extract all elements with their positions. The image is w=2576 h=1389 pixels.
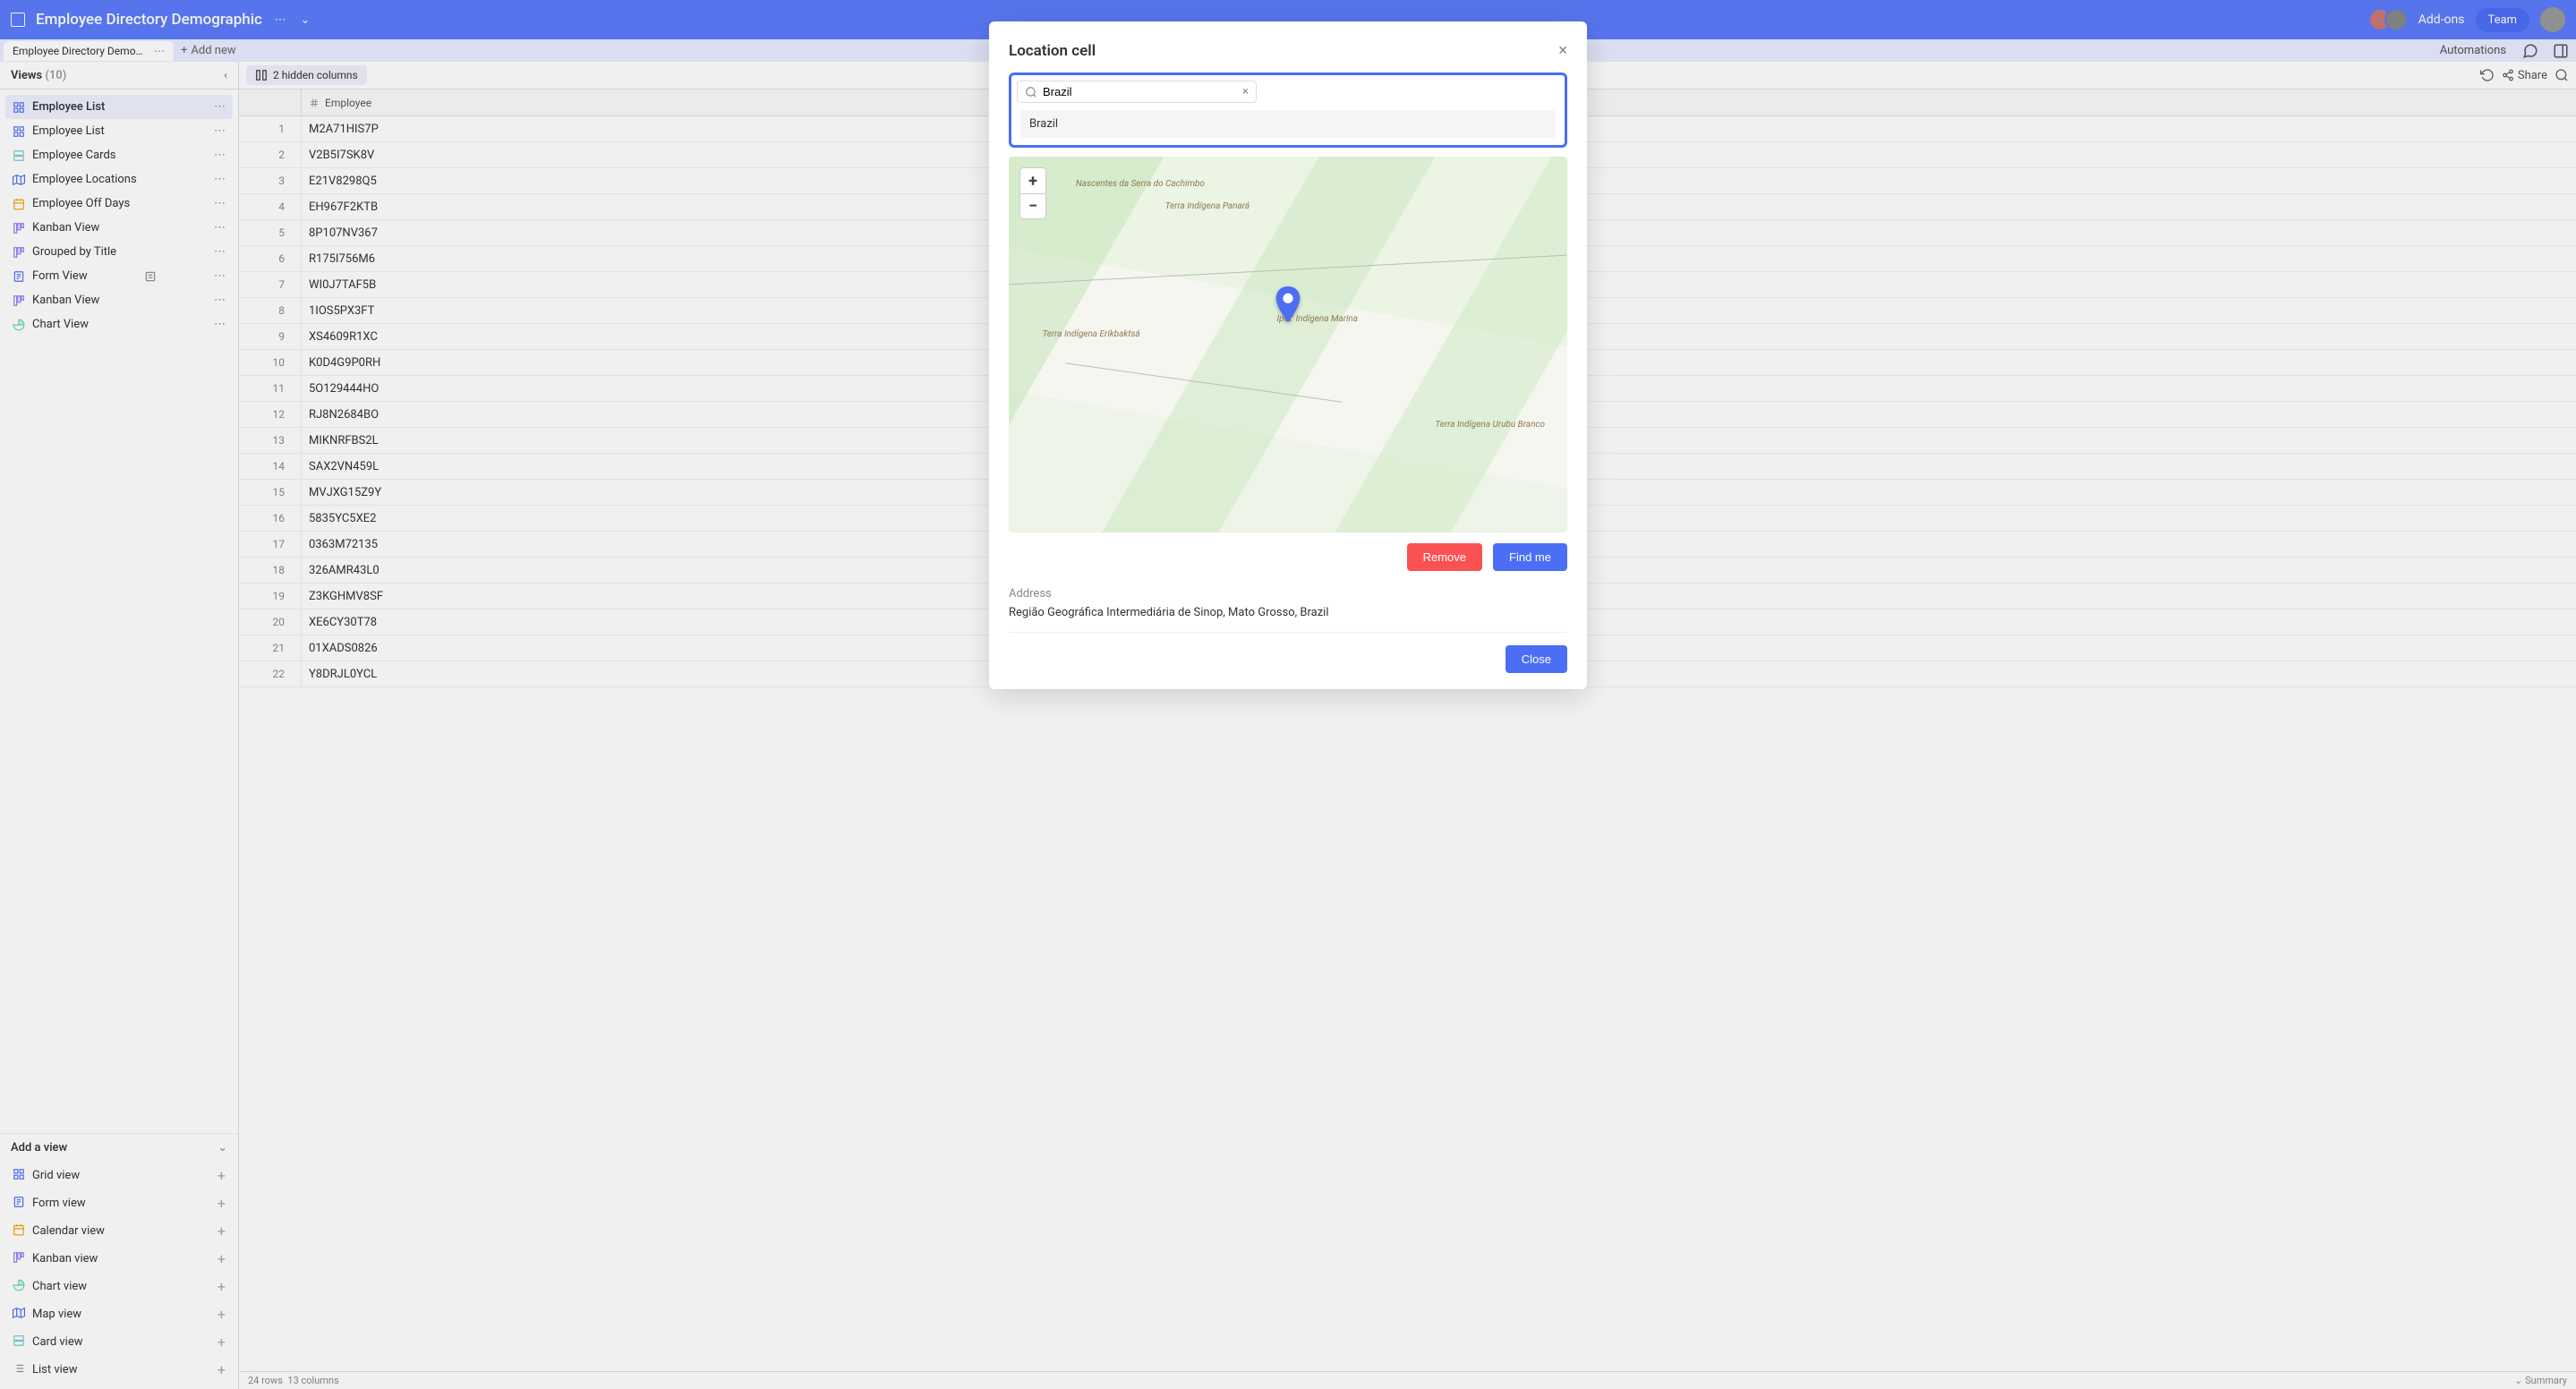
map-tiles [1009,157,1567,533]
zoom-out-button[interactable]: − [1020,193,1045,218]
address-label: Address [1009,587,1567,601]
zoom-in-button[interactable]: + [1020,168,1045,193]
search-input-row: × [1017,81,1257,103]
map[interactable]: Nascentes da Serra do Cachimbo Terra Ind… [1009,157,1567,533]
zoom-control: + − [1019,167,1046,219]
modal-overlay[interactable]: Location cell × × Brazil Nascentes da Se… [0,0,2576,1389]
map-label: Nascentes da Serra do Cachimbo [1076,179,1205,189]
remove-button[interactable]: Remove [1407,543,1482,571]
address-value: Região Geográfica Intermediária de Sinop… [1009,606,1567,633]
search-icon [1025,86,1037,98]
find-me-button[interactable]: Find me [1493,543,1567,571]
location-cell-modal: Location cell × × Brazil Nascentes da Se… [989,21,1587,689]
map-label: Terra Indígena Panará [1165,201,1250,211]
clear-icon[interactable]: × [1242,85,1249,98]
close-button[interactable]: Close [1506,645,1567,673]
search-result-item[interactable]: Brazil [1020,110,1556,138]
location-search-wrap: × Brazil [1009,72,1567,148]
modal-title: Location cell [1009,42,1096,60]
close-icon[interactable]: × [1558,41,1567,60]
map-label: Terra Indígena Erikbaktsá [1042,329,1139,339]
location-search-input[interactable] [1043,85,1237,98]
map-label: Terra Indígena Urubu Branco [1435,420,1545,430]
map-marker[interactable] [1275,286,1301,326]
